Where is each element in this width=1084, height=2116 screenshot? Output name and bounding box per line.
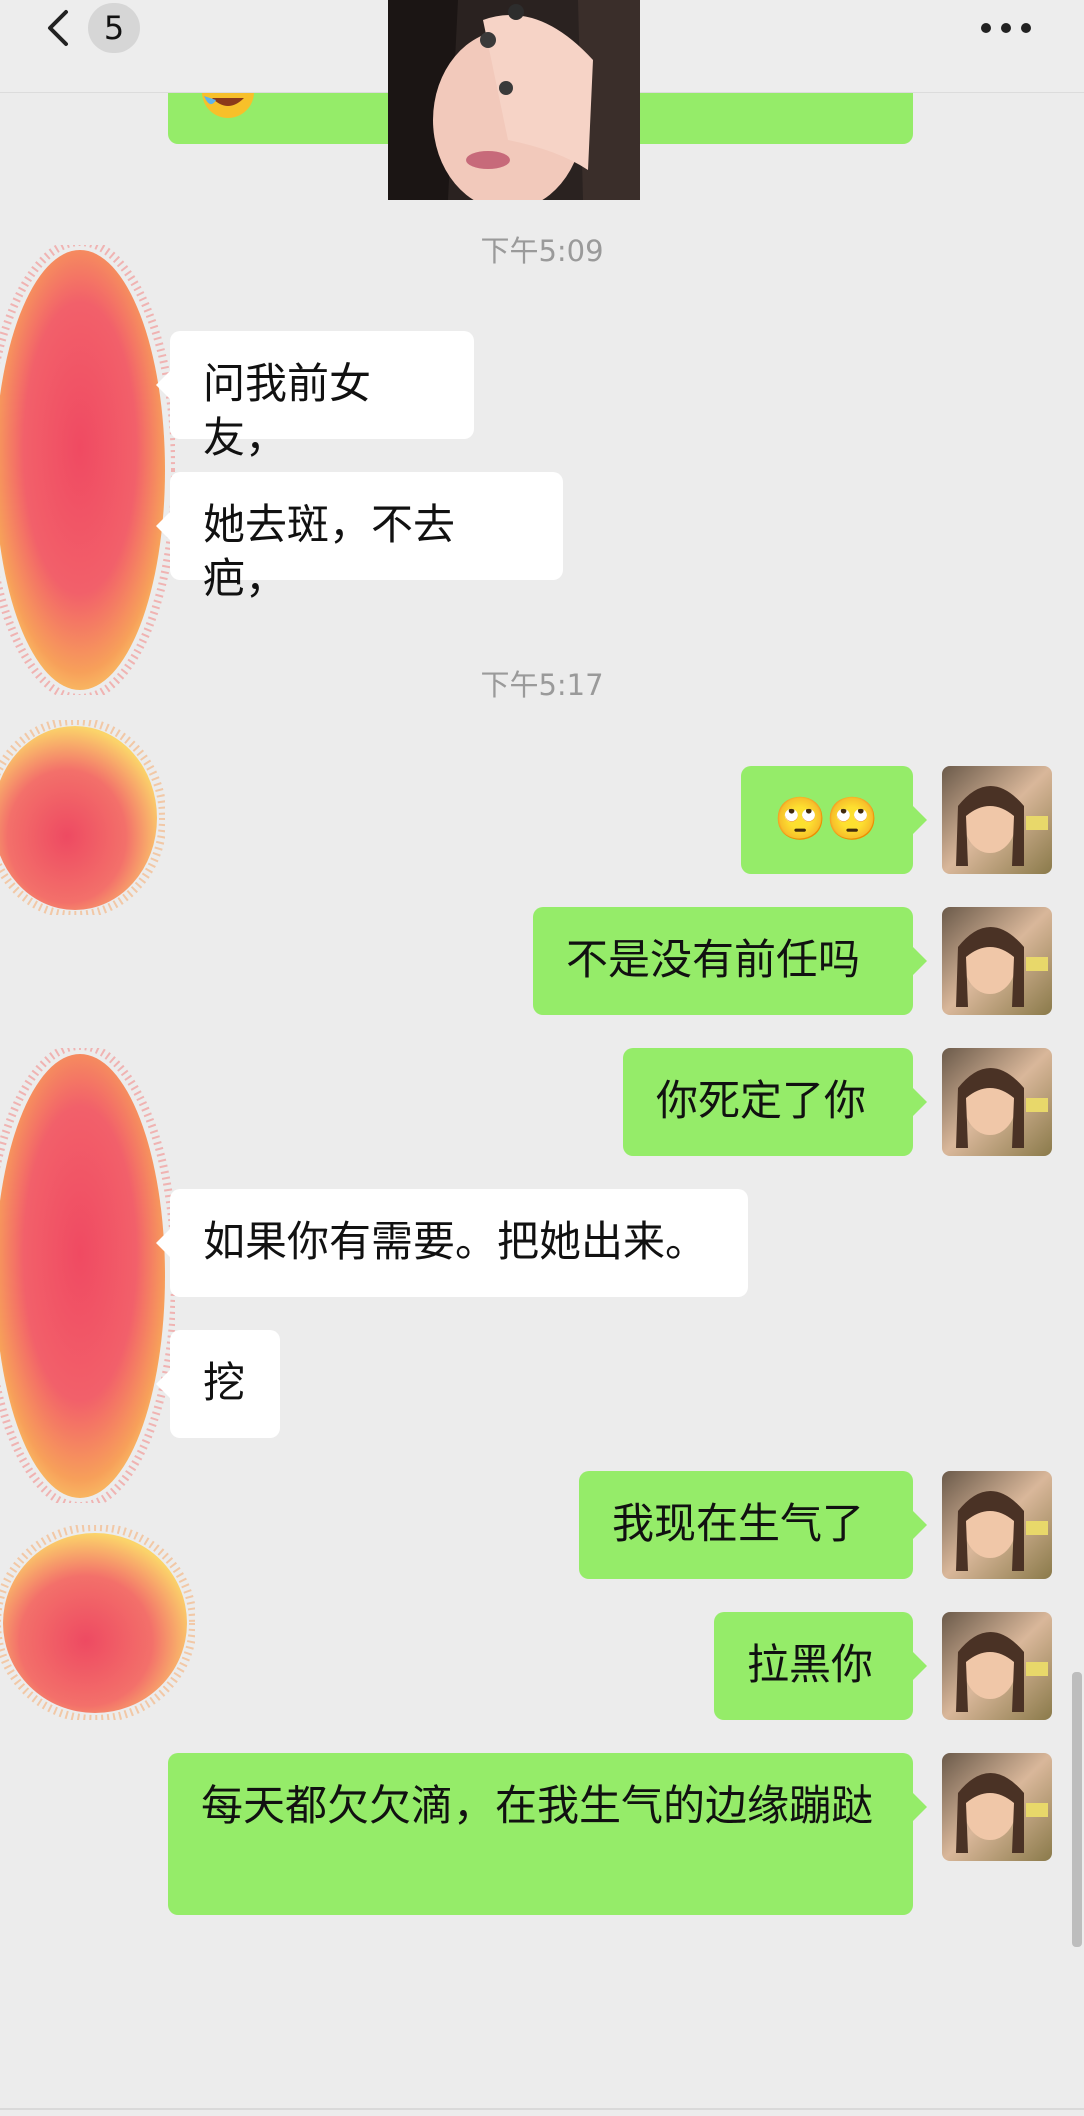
message-bubble-outgoing[interactable]: 不是没有前任吗	[533, 907, 927, 1015]
shared-photo[interactable]	[388, 0, 640, 200]
laughing-emoji-icon	[202, 92, 254, 118]
chevron-left-icon[interactable]	[38, 6, 82, 50]
message-bubble-incoming[interactable]: 挖	[156, 1330, 280, 1438]
message-text: 每天都欠欠滴，在我生气的边缘蹦跶	[201, 1781, 874, 1830]
contact-avatar-fur[interactable]	[0, 1048, 175, 1503]
message-bubble-outgoing[interactable]: 每天都欠欠滴，在我生气的边缘蹦跶	[168, 1753, 927, 1915]
contact-avatar-fur[interactable]	[0, 245, 175, 695]
message-text: 问我前女友，	[203, 359, 372, 462]
message-text: 拉黑你	[747, 1640, 874, 1689]
message-text: 不是没有前任吗	[566, 935, 861, 984]
message-bubble-incoming[interactable]: 如果你有需要。把她出来。	[156, 1189, 748, 1297]
unread-count-badge[interactable]: 5	[88, 3, 140, 53]
message-bubble-outgoing[interactable]: 🙄🙄	[741, 766, 927, 874]
message-bubble-outgoing[interactable]: 我现在生气了	[579, 1471, 927, 1579]
my-avatar[interactable]	[942, 1612, 1052, 1720]
message-text: 你死定了你	[656, 1076, 867, 1125]
input-divider	[0, 2108, 1084, 2110]
message-text: 她去斑，不去疤，	[203, 500, 456, 603]
timestamp: 下午5:17	[480, 668, 604, 702]
my-avatar[interactable]	[942, 907, 1052, 1015]
message-text: 我现在生气了	[612, 1499, 865, 1548]
contact-avatar-fur[interactable]	[0, 720, 165, 915]
message-emoji: 🙄🙄	[774, 794, 879, 843]
message-bubble-incoming[interactable]: 问我前女友，	[156, 331, 474, 462]
contact-avatar-fur[interactable]	[0, 1525, 195, 1720]
my-avatar[interactable]	[942, 1753, 1052, 1861]
message-text: 挖	[203, 1358, 246, 1407]
more-dots-icon[interactable]	[980, 18, 1032, 38]
my-avatar[interactable]	[942, 1471, 1052, 1579]
my-avatar[interactable]	[942, 766, 1052, 874]
scrollbar[interactable]	[1072, 1672, 1082, 1947]
message-text: 如果你有需要。把她出来。	[203, 1217, 708, 1266]
message-bubble-outgoing[interactable]: 你死定了你	[623, 1048, 927, 1156]
message-bubble-outgoing[interactable]: 拉黑你	[714, 1612, 927, 1720]
my-avatar[interactable]	[942, 1048, 1052, 1156]
message-bubble-incoming[interactable]: 她去斑，不去疤，	[156, 472, 563, 603]
